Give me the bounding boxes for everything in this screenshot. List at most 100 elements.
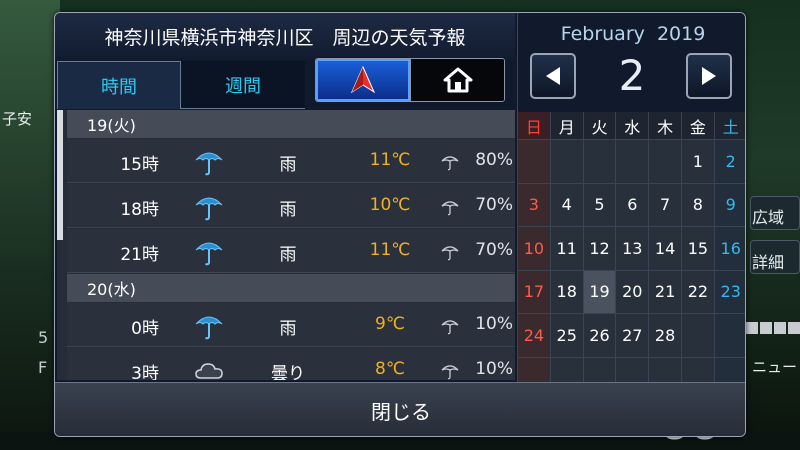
calendar-day-cell[interactable]: 9 <box>714 183 745 227</box>
forecast-condition: 雨 <box>279 245 297 265</box>
calendar-empty-cell <box>518 140 551 184</box>
calendar-day-cell[interactable]: 8 <box>682 183 715 227</box>
north-arrow-icon <box>350 66 376 94</box>
map-detail-label: 詳細 <box>752 253 785 272</box>
signal-bar <box>774 322 786 334</box>
forecast-precipitation: 80% <box>475 150 513 170</box>
map-left-strip <box>0 0 60 450</box>
calendar-day-cell[interactable]: 12 <box>583 227 617 271</box>
forecast-row: 18時 雨 10℃ 70% <box>67 184 515 228</box>
forecast-precipitation: 70% <box>475 195 513 215</box>
signal-bar <box>788 322 800 334</box>
forecast-list[interactable]: 19(火) 15時雨 11℃ 80% 18時雨 10℃ 70% 21時雨 11℃ 70% 20(水)… <box>57 110 515 380</box>
precipitation-umbrella-icon <box>441 153 459 171</box>
umbrella-icon <box>193 309 225 341</box>
forecast-precipitation: 70% <box>475 240 513 260</box>
forecast-time: 18時 <box>120 200 159 220</box>
calendar-empty-cell <box>714 314 745 358</box>
calendar-day-cell[interactable]: 4 <box>550 183 584 227</box>
calendar-day-cell[interactable]: 26 <box>583 314 617 358</box>
calendar-grid: 日月火水木金土 1 2 3 4 5 6 7 8 9 10 11 12 13 14 15 16 17 18 19 20 21… <box>518 112 745 401</box>
calendar-day-cell[interactable]: 5 <box>583 183 617 227</box>
signal-bar <box>760 322 772 334</box>
calendar-day-cell[interactable]: 20 <box>616 270 650 314</box>
calendar-weekday-label: 水 <box>616 112 650 140</box>
map-place-label: 子安 <box>2 110 33 128</box>
calendar-day-cell[interactable]: 10 <box>518 227 551 271</box>
calendar-day-cell[interactable]: 13 <box>616 227 650 271</box>
forecast-precipitation: 10% <box>475 359 513 379</box>
umbrella-icon <box>193 190 225 222</box>
umbrella-icon <box>193 235 225 267</box>
calendar-next-button[interactable] <box>686 53 732 99</box>
calendar-day-cell[interactable]: 23 <box>714 270 745 314</box>
calendar-weekday-label: 月 <box>550 112 584 140</box>
triangle-left-icon <box>546 67 560 85</box>
forecast-condition: 雨 <box>279 200 297 220</box>
precipitation-umbrella-icon <box>441 362 459 380</box>
calendar-weekday-label: 火 <box>583 112 617 140</box>
calendar-day-cell[interactable]: 2 <box>714 140 745 184</box>
tab-hourly[interactable]: 時間 <box>57 61 181 109</box>
calendar-day-cell[interactable]: 18 <box>550 270 584 314</box>
calendar-year: 2019 <box>656 23 706 45</box>
map-left-number: 5 <box>38 328 49 347</box>
location-toggle <box>315 58 505 102</box>
forecast-row: 3時 曇り 8℃ 10% <box>67 348 515 380</box>
cloud-icon <box>193 354 225 380</box>
calendar-day-cell[interactable]: 19 <box>583 270 617 314</box>
calendar-prev-button[interactable] <box>530 53 576 99</box>
calendar-day-cell[interactable]: 7 <box>649 183 682 227</box>
forecast-condition: 曇り <box>271 364 305 380</box>
map-menu-label: ニュー <box>752 358 798 376</box>
forecast-precipitation: 10% <box>475 314 513 334</box>
calendar-day-cell[interactable]: 21 <box>649 270 682 314</box>
calendar-day-cell[interactable]: 24 <box>518 314 551 358</box>
forecast-time: 15時 <box>120 155 159 175</box>
forecast-scrollbar[interactable] <box>57 110 63 240</box>
calendar-weekday-label: 土 <box>714 112 745 140</box>
forecast-date-header: 20(水) <box>67 274 515 302</box>
forecast-time: 21時 <box>120 245 159 265</box>
calendar-day-cell[interactable]: 3 <box>518 183 551 227</box>
dialog-title: 神奈川県横浜市神奈川区 周辺の天気予報 <box>55 13 515 59</box>
umbrella-icon <box>193 145 225 177</box>
calendar-panel: February 2019 2 日月火水木金土 1 2 3 4 5 6 7 8 9 10 11 12 13… <box>517 13 745 401</box>
forecast-condition: 雨 <box>279 319 297 339</box>
calendar-day-cell[interactable]: 28 <box>649 314 682 358</box>
calendar-weekday-label: 木 <box>649 112 682 140</box>
current-position-button[interactable] <box>316 59 410 101</box>
forecast-date-header: 19(火) <box>67 110 515 138</box>
calendar-weekday-label: 日 <box>518 112 551 140</box>
calendar-day-cell[interactable]: 15 <box>682 227 715 271</box>
forecast-time: 0時 <box>131 319 159 339</box>
weather-dialog: 神奈川県横浜市神奈川区 周辺の天気予報 時間 週間 19(火) 15時雨 11℃ 80… <box>54 12 746 437</box>
forecast-row: 21時 雨 11℃ 70% <box>67 229 515 273</box>
forecast-temperature: 10℃ <box>369 195 411 215</box>
home-button[interactable] <box>410 59 504 101</box>
signal-bar <box>746 322 758 334</box>
tab-weekly[interactable]: 週間 <box>181 61 305 109</box>
calendar-day-cell[interactable]: 27 <box>616 314 650 358</box>
calendar-month: February <box>560 23 645 45</box>
calendar-day-cell[interactable]: 6 <box>616 183 650 227</box>
calendar-day-cell[interactable]: 11 <box>550 227 584 271</box>
forecast-temperature: 11℃ <box>369 240 411 260</box>
precipitation-umbrella-icon <box>441 243 459 261</box>
forecast-condition: 雨 <box>279 155 297 175</box>
calendar-empty-cell <box>682 314 715 358</box>
map-wide-label: 広域 <box>752 208 785 227</box>
forecast-row: 15時 雨 11℃ 80% <box>67 139 515 183</box>
calendar-day-cell[interactable]: 16 <box>714 227 745 271</box>
calendar-day-cell[interactable]: 25 <box>550 314 584 358</box>
calendar-day-cell[interactable]: 22 <box>682 270 715 314</box>
calendar-empty-cell <box>583 140 617 184</box>
forecast-time: 3時 <box>131 364 159 380</box>
calendar-day-cell[interactable]: 17 <box>518 270 551 314</box>
calendar-empty-cell <box>550 140 584 184</box>
calendar-day-cell[interactable]: 14 <box>649 227 682 271</box>
triangle-right-icon <box>702 67 716 85</box>
calendar-day-cell[interactable]: 1 <box>682 140 715 184</box>
close-button[interactable]: 閉じる <box>55 382 745 436</box>
calendar-weekday-label: 金 <box>682 112 715 140</box>
